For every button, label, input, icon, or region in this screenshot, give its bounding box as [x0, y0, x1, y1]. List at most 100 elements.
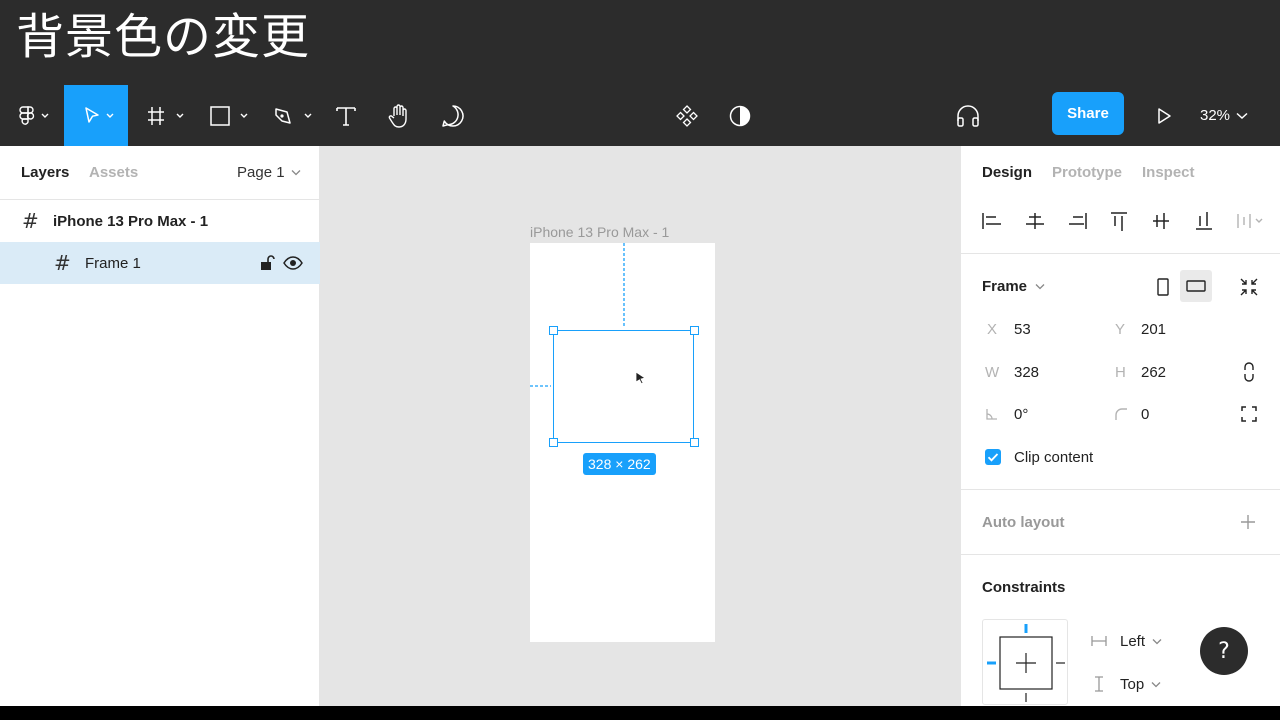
text-tool-icon — [336, 106, 356, 126]
landscape-icon — [1186, 280, 1206, 292]
layer-row-selected[interactable]: # Frame 1 — [0, 242, 320, 284]
y-label: Y — [1115, 321, 1126, 338]
rotation-input[interactable]: 0° — [1014, 406, 1028, 423]
constraints-widget[interactable] — [982, 619, 1068, 705]
shape-tool-button[interactable] — [200, 85, 254, 146]
layer-name: Frame 1 — [85, 254, 141, 272]
auto-layout-title: Auto layout — [982, 514, 1065, 531]
frame-tool-icon — [148, 106, 184, 125]
chevron-down-icon — [1035, 284, 1045, 290]
page-title: 背景色の変更 — [16, 9, 311, 65]
h-input[interactable]: 262 — [1141, 364, 1166, 381]
tab-layers[interactable]: Layers — [21, 164, 69, 181]
vertical-constraint-value: Top — [1120, 676, 1145, 693]
chevron-down-icon — [1236, 112, 1248, 119]
help-button[interactable]: ? — [1200, 627, 1248, 675]
move-tool-button[interactable] — [64, 85, 128, 146]
chevron-down-icon — [1151, 682, 1161, 688]
w-input[interactable]: 328 — [1014, 364, 1039, 381]
horizontal-constraint-icon — [1091, 636, 1107, 646]
move-tool-icon — [85, 106, 114, 123]
horizontal-constraint-dropdown[interactable]: Left — [1120, 633, 1162, 650]
main-menu-button[interactable] — [10, 85, 56, 146]
page-label: Page 1 — [237, 164, 285, 181]
frame-type-label: Frame — [982, 278, 1028, 295]
layer-row[interactable]: # iPhone 13 Pro Max - 1 — [0, 200, 320, 242]
zoom-dropdown[interactable]: 32% — [1200, 85, 1248, 146]
text-tool-button[interactable] — [328, 85, 364, 146]
constraints-diagram — [987, 624, 1065, 702]
divider — [961, 489, 1280, 490]
hand-tool-icon — [388, 103, 407, 128]
page-dropdown[interactable]: Page 1 — [237, 164, 301, 181]
layers-panel-tabs: Layers Assets Page 1 — [0, 146, 319, 200]
rotation-icon — [986, 409, 997, 420]
h-label: H — [1115, 364, 1126, 381]
resize-handle-bottom-left[interactable] — [549, 438, 558, 447]
portrait-icon[interactable] — [1157, 277, 1169, 297]
layers-panel: Layers Assets Page 1 # iPhone 13 Pro Max… — [0, 146, 320, 706]
play-icon — [1158, 107, 1171, 124]
headphones-icon — [957, 104, 979, 127]
tab-inspect[interactable]: Inspect — [1142, 164, 1195, 181]
collapse-icon[interactable] — [1239, 277, 1259, 297]
components-icon — [676, 104, 698, 127]
frame-type-dropdown[interactable]: Frame — [982, 278, 1045, 295]
selected-frame[interactable] — [553, 330, 694, 443]
corner-radius-icon — [1115, 408, 1127, 420]
x-input[interactable]: 53 — [1014, 321, 1031, 338]
vertical-constraint-icon — [1095, 676, 1103, 692]
align-toolbar[interactable] — [981, 209, 1271, 233]
figma-window: 背景色の変更 Share 32% Layers Assets Page 1 # … — [0, 0, 1280, 720]
share-button[interactable]: Share — [1052, 92, 1124, 135]
tab-design[interactable]: Design — [982, 164, 1032, 181]
layer-name: iPhone 13 Pro Max - 1 — [53, 212, 209, 230]
pen-tool-button[interactable] — [264, 85, 318, 146]
toolbar: Share 32% — [0, 82, 1280, 146]
figma-menu-icon — [19, 105, 49, 125]
frame-icon: # — [22, 209, 39, 233]
title-banner: 背景色の変更 — [0, 0, 1280, 82]
chevron-down-icon — [291, 170, 301, 176]
resize-handle-top-right[interactable] — [690, 326, 699, 335]
chevron-down-icon — [1152, 639, 1162, 645]
independent-corners-icon[interactable] — [1241, 406, 1257, 422]
audio-button[interactable] — [950, 85, 986, 146]
vertical-constraint-dropdown[interactable]: Top — [1120, 676, 1161, 693]
resize-handle-bottom-right[interactable] — [690, 438, 699, 447]
tab-prototype[interactable]: Prototype — [1052, 164, 1122, 181]
x-label: X — [987, 321, 998, 338]
rectangle-tool-icon — [210, 105, 248, 126]
zoom-value: 32% — [1200, 107, 1231, 124]
w-label: W — [985, 364, 1000, 381]
canvas[interactable]: iPhone 13 Pro Max - 1 328 × 262 — [320, 146, 960, 706]
frame-tool-button[interactable] — [136, 85, 190, 146]
theme-toggle-button[interactable] — [723, 85, 757, 146]
radius-input[interactable]: 0 — [1141, 406, 1149, 423]
y-input[interactable]: 201 — [1141, 321, 1166, 338]
unlock-icon[interactable] — [259, 254, 275, 272]
resize-handle-top-left[interactable] — [549, 326, 558, 335]
components-button[interactable] — [670, 85, 704, 146]
contrast-icon — [729, 105, 751, 126]
constraints-title: Constraints — [982, 579, 1066, 596]
hand-tool-button[interactable] — [380, 85, 418, 146]
constrain-proportions-icon[interactable] — [1242, 361, 1256, 383]
design-panel: Design Prototype Inspect Frame X 53 Y 20… — [960, 146, 1280, 706]
checkmark-icon — [987, 453, 999, 462]
size-badge: 328 × 262 — [583, 453, 656, 475]
divider — [961, 253, 1280, 254]
comment-tool-button[interactable] — [434, 85, 472, 146]
present-button[interactable] — [1150, 85, 1178, 146]
clip-content-checkbox[interactable] — [985, 449, 1001, 465]
plus-icon[interactable] — [1240, 514, 1256, 530]
bottom-bar — [0, 706, 1280, 720]
eye-icon[interactable] — [283, 255, 303, 271]
landscape-button[interactable] — [1180, 270, 1212, 302]
tab-assets[interactable]: Assets — [89, 164, 138, 181]
comment-tool-icon — [442, 104, 464, 127]
frame-icon: # — [54, 251, 71, 275]
pen-tool-icon — [275, 107, 312, 124]
clip-content-label: Clip content — [1014, 449, 1094, 466]
cursor-icon — [635, 371, 646, 385]
